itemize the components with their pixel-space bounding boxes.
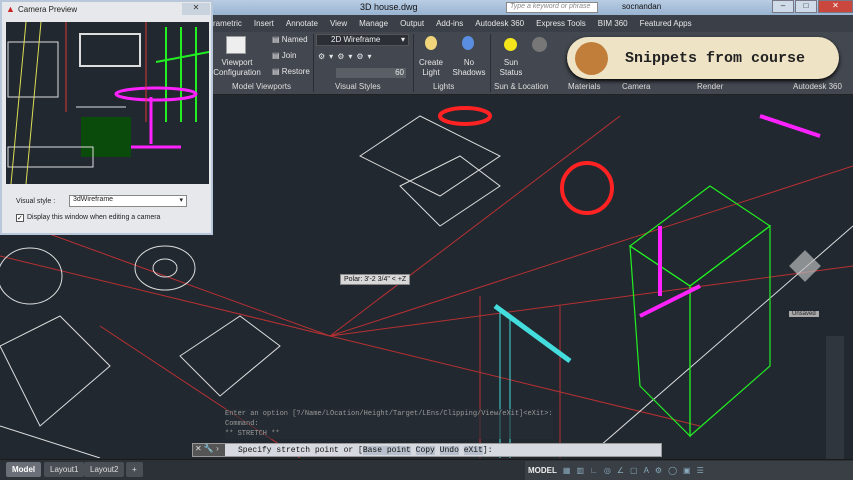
camera-preview-window: ▲ Camera Preview ✕ Visual style : 3dWire… [0, 0, 213, 235]
fullscreen-icon[interactable]: ▣ [683, 466, 691, 475]
gear-icon[interactable]: ⚙ [655, 466, 662, 475]
option-copy[interactable]: Copy [415, 446, 435, 455]
panel-model-viewports[interactable]: Model Viewports [232, 82, 291, 91]
history-line: Command: [225, 420, 259, 428]
user-name[interactable]: socnandan [622, 2, 661, 11]
add-layout-button[interactable]: + [126, 462, 143, 477]
command-line-tools[interactable]: ✕ 🔧 › [193, 444, 225, 456]
panel-visual-styles[interactable]: Visual Styles [335, 82, 381, 91]
osnap-icon[interactable]: ▢ [630, 466, 638, 475]
document-title: 3D house.dwg [360, 2, 418, 12]
restore-button[interactable]: ▤ Restore [272, 67, 310, 77]
display-window-checkbox[interactable]: ✓ [16, 214, 24, 222]
visual-style-label: Visual style : [16, 198, 56, 205]
tab-annotate[interactable]: Annotate [286, 19, 318, 28]
autocad-logo-icon: ▲ [6, 4, 15, 14]
panel-camera[interactable]: Camera [622, 82, 650, 91]
tab-insert[interactable]: Insert [254, 19, 274, 28]
named-button[interactable]: ▤ Named [272, 35, 308, 45]
history-line: ** STRETCH ** [225, 430, 280, 438]
ortho-icon[interactable]: ∟ [590, 466, 598, 475]
option-undo[interactable]: Undo [439, 446, 459, 455]
camera-preview-viewport [6, 22, 209, 184]
visual-style-tools[interactable]: ⚙▾⚙▾⚙▾ [318, 52, 376, 62]
panel-lights[interactable]: Lights [433, 82, 454, 91]
visual-style-dropdown[interactable]: 2D Wireframe ▾ [316, 34, 409, 46]
join-label: Join [281, 51, 297, 60]
panel-render[interactable]: Render [697, 82, 723, 91]
named-label: Named [281, 35, 308, 44]
camera-visual-style-select[interactable]: 3dWireframe ▾ [69, 195, 187, 207]
search-input[interactable]: Type a keyword or phrase [506, 2, 598, 13]
status-bar: Model Layout1 Layout2 + MODEL ▦ ▥ ∟ ◎ ∠ … [0, 459, 853, 480]
polar-icon[interactable]: ◎ [604, 466, 611, 475]
model-space-button[interactable]: MODEL [528, 466, 557, 475]
menu-icon[interactable]: ☰ [697, 466, 704, 475]
light-bulb-icon [425, 36, 437, 50]
isolate-icon[interactable]: ◯ [668, 466, 677, 475]
isodraft-icon[interactable]: ∠ [617, 466, 624, 475]
tab-bim360[interactable]: BIM 360 [598, 19, 628, 28]
panel-materials[interactable]: Materials [568, 82, 600, 91]
chevron-down-icon: ▾ [179, 197, 183, 204]
close-button[interactable]: ✕ [818, 0, 853, 13]
sun-status-button[interactable]: Sun Status [496, 58, 526, 78]
command-history: Enter an option [?/Name/LOcation/Height/… [225, 409, 553, 439]
visual-style-value: 2D Wireframe [331, 35, 381, 44]
maximize-button[interactable]: □ [795, 0, 817, 13]
create-light-button[interactable]: Create Light [415, 58, 447, 78]
tab-addins[interactable]: Add-ins [436, 19, 463, 28]
tab-express-tools[interactable]: Express Tools [536, 19, 586, 28]
tab-model[interactable]: Model [6, 462, 42, 477]
snap-icon[interactable]: ▥ [576, 466, 584, 475]
opacity-slider[interactable]: 60 [336, 68, 406, 78]
status-tray: MODEL ▦ ▥ ∟ ◎ ∠ ▢ A ⚙ ◯ ▣ ☰ [525, 461, 853, 480]
opacity-value: 60 [395, 68, 404, 77]
viewport-icon [226, 36, 246, 54]
viewport-configuration-button[interactable]: Viewport Configuration [212, 58, 262, 78]
camera-preview-title: Camera Preview [18, 5, 78, 14]
tab-layout2[interactable]: Layout2 [84, 462, 125, 477]
prompt-suffix: ]: [482, 446, 493, 455]
tab-manage[interactable]: Manage [359, 19, 388, 28]
camera-visual-style-value: 3dWireframe [73, 196, 114, 203]
tab-featured-apps[interactable]: Featured Apps [640, 19, 692, 28]
tab-layout1[interactable]: Layout1 [44, 462, 85, 477]
restore-label: Restore [281, 67, 310, 76]
prompt-text: Specify stretch point or [ [238, 446, 363, 455]
minimize-button[interactable]: – [772, 0, 794, 13]
camera-preview-close-button[interactable]: ✕ [182, 3, 210, 15]
navigation-bar[interactable] [826, 336, 844, 476]
sky-icon [532, 37, 547, 52]
tab-autodesk360[interactable]: Autodesk 360 [475, 19, 524, 28]
tab-output[interactable]: Output [400, 19, 424, 28]
command-prompt: Specify stretch point or [Base point Cop… [238, 446, 493, 455]
shadow-icon [462, 36, 474, 50]
annotation-icon[interactable]: A [644, 466, 649, 475]
grid-icon[interactable]: ▦ [563, 466, 571, 475]
viewcube-label[interactable]: Unsaved [789, 311, 819, 317]
panel-sun-location[interactable]: Sun & Location [494, 82, 548, 91]
banner-circle [575, 42, 608, 75]
option-exit[interactable]: eXit [463, 446, 483, 455]
join-button[interactable]: ▤ Join [272, 51, 296, 61]
tab-parametric[interactable]: rametric [213, 19, 242, 28]
course-banner: Snippets from course [567, 37, 839, 79]
chevron-down-icon: ▾ [400, 35, 405, 44]
banner-text: Snippets from course [625, 50, 806, 67]
polar-tooltip: Polar: 3'-2 3/4" < +Z [340, 274, 411, 285]
history-line: Enter an option [?/Name/LOcation/Height/… [225, 410, 553, 418]
sun-icon [504, 38, 517, 51]
no-shadows-button[interactable]: No Shadows [452, 58, 486, 78]
option-base-point[interactable]: Base point [362, 446, 411, 455]
panel-autodesk360[interactable]: Autodesk 360 [793, 82, 842, 91]
display-window-label: Display this window when editing a camer… [27, 214, 161, 221]
tab-view[interactable]: View [330, 19, 347, 28]
command-line[interactable]: ✕ 🔧 › Specify stretch point or [Base poi… [192, 443, 662, 457]
